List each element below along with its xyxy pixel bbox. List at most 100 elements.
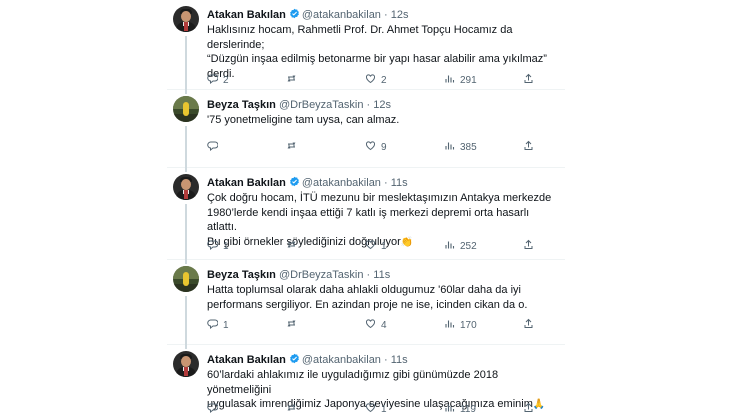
author-name[interactable]: Beyza Taşkın [207,269,276,281]
avatar[interactable] [173,6,199,32]
reply-icon [207,239,219,253]
likes-count: 4 [381,319,387,331]
timestamp[interactable]: 11s [373,269,390,281]
likes-count: 9 [381,141,387,153]
avatar[interactable] [173,96,199,122]
verified-badge-icon [289,176,300,187]
tweet-header: Atakan Bakılan @atakanbakilan · 11s [207,353,408,367]
likes-count: 1 [381,403,387,415]
tweet[interactable]: Atakan Bakılan @atakanbakilan · 11s Çok do… [167,168,565,264]
tweet[interactable]: Beyza Taşkın @DrBeyzaTaskin · 11s Hatta t… [167,260,565,349]
verified-badge-icon [289,353,300,364]
reply-button[interactable] [207,140,223,154]
avatar-column [173,266,199,292]
timestamp[interactable]: 11s [391,177,408,189]
views-count: 385 [460,141,477,153]
author-name[interactable]: Beyza Taşkın [207,99,276,111]
like-button[interactable]: 9 [365,140,387,154]
retweet-button[interactable] [286,73,302,87]
avatar[interactable] [173,351,199,377]
tweet[interactable]: Atakan Bakılan @atakanbakilan · 11s 60’lar… [167,345,565,420]
like-button[interactable]: 1 [365,239,387,253]
separator-dot: · [366,99,371,111]
views-chart-icon [444,402,455,416]
reply-icon [207,318,219,332]
timestamp[interactable]: 12s [391,9,409,21]
tweet[interactable]: Atakan Bakılan @atakanbakilan · 12s Haklıs… [167,0,565,94]
tweet-text-line: 1980’lerde kendi inşaa ettiği 7 katlı iş… [207,206,562,235]
separator-dot: · [384,177,388,189]
tweet-text-line: 60’lardaki ahlakımız ile uyguladığımız g… [207,368,562,397]
views-button[interactable]: 170 [444,318,477,332]
reply-button[interactable]: 2 [207,73,229,87]
author-handle[interactable]: @atakanbakilan [302,177,381,189]
views-count: 291 [460,74,477,86]
author-name[interactable]: Atakan Bakılan [207,177,286,189]
share-button[interactable] [523,73,534,87]
reply-button[interactable]: 1 [207,239,229,253]
retweet-button[interactable] [286,402,302,416]
author-handle[interactable]: @DrBeyzaTaskin [279,269,364,281]
views-chart-icon [444,318,455,332]
tweet-text-line: performans sergiliyor. En azindan proje … [207,298,562,313]
like-button[interactable]: 4 [365,318,387,332]
share-button[interactable] [523,402,534,416]
tweet-header: Atakan Bakılan @atakanbakilan · 11s [207,176,408,190]
tweet-text-line-content: 1980’lerde kendi inşaa ettiği 7 katlı iş… [207,206,530,234]
retweet-icon [286,402,297,416]
views-button[interactable]: 252 [444,239,477,253]
tweet-text-line-content: performans sergiliyor. En azindan proje … [207,298,528,311]
avatar[interactable] [173,174,199,200]
share-button[interactable] [523,140,534,154]
views-button[interactable]: 119 [444,402,476,416]
avatar-column [173,351,199,377]
share-button[interactable] [523,239,534,253]
tweet[interactable]: Beyza Taşkın @DrBeyzaTaskin · 12s '75 yon… [167,90,565,172]
tweet-actions: 9 385 [207,140,547,154]
retweet-icon [286,73,297,87]
views-count: 119 [460,403,476,415]
retweet-button[interactable] [286,318,302,332]
likes-count: 2 [381,74,387,86]
author-name[interactable]: Atakan Bakılan [207,9,286,21]
share-icon [523,318,534,332]
share-button[interactable] [523,318,534,332]
avatar-column [173,174,199,200]
views-button[interactable]: 291 [444,73,477,87]
reply-icon [207,73,219,87]
tweet-header: Beyza Taşkın @DrBeyzaTaskin · 11s [207,268,390,282]
retweet-button[interactable] [286,140,302,154]
separator-dot: · [384,354,388,366]
views-button[interactable]: 385 [444,140,477,154]
tweet-text-line-content: “Düzgün inşaa edilmiş betonarme bir yapı… [207,53,547,65]
tweet-text-line-content: Hatta toplumsal olarak daha ahlakli oldu… [207,284,521,296]
separator-dot: · [384,9,388,21]
views-count: 170 [460,319,477,331]
timestamp[interactable]: 12s [373,99,391,111]
likes-count: 1 [381,240,387,252]
tweet-header: Beyza Taşkın @DrBeyzaTaskin · 12s [207,98,391,112]
thread-connector-line [185,126,187,172]
thread-connector-line [185,36,187,94]
retweet-button[interactable] [286,239,302,253]
tweet-text-line-content: 60’lardaki ahlakımız ile uyguladığımız g… [207,369,499,396]
share-icon [523,73,534,87]
tweet-actions: 1 1 252 [207,239,547,253]
reply-button[interactable] [207,402,223,416]
tweet-text-line-content: Çok doğru hocam, İTÜ mezunu bir meslekta… [207,192,552,204]
views-chart-icon [444,73,455,87]
like-button[interactable]: 2 [365,73,387,87]
avatar-column [173,96,199,122]
author-handle[interactable]: @atakanbakilan [302,354,381,366]
author-handle[interactable]: @atakanbakilan [302,9,381,21]
heart-icon [365,318,376,332]
heart-icon [365,140,376,154]
author-handle[interactable]: @DrBeyzaTaskin [279,99,364,111]
author-name[interactable]: Atakan Bakılan [207,354,286,366]
timestamp[interactable]: 11s [391,354,408,366]
reply-button[interactable]: 1 [207,318,229,332]
like-button[interactable]: 1 [365,402,387,416]
avatar[interactable] [173,266,199,292]
share-icon [523,402,534,416]
replies-count: 1 [223,240,229,252]
